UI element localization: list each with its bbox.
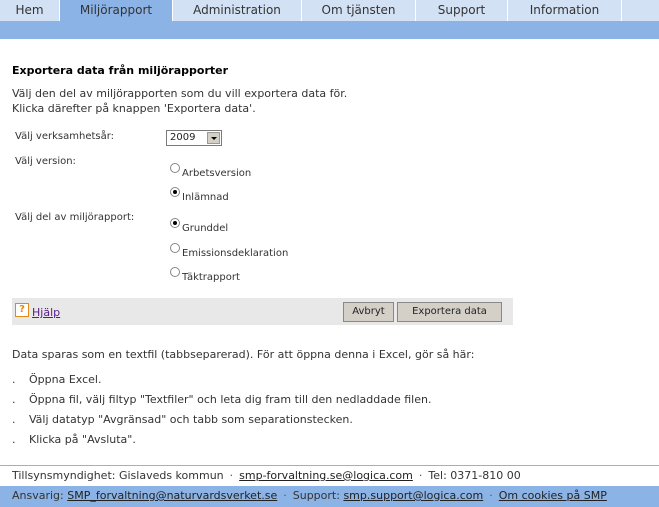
list-item: . Klicka på "Avsluta". xyxy=(12,433,431,453)
separator: · xyxy=(283,489,287,502)
intro-line-2: Klicka därefter på knappen 'Exportera da… xyxy=(12,102,256,115)
help-icon[interactable]: ? xyxy=(15,303,29,317)
radio-inlamnad[interactable]: Inlämnad xyxy=(170,187,229,203)
list-item: . Öppna fil, välj filtyp "Textfiler" och … xyxy=(12,393,431,413)
intro-line-1: Välj den del av miljörapporten som du vi… xyxy=(12,87,348,100)
footer-authority: Tillsynsmyndighet: Gislaveds kommun · smp-… xyxy=(0,465,659,486)
page-title: Exportera data från miljörapporter xyxy=(12,64,229,77)
support-email-link[interactable]: smp.support@logica.com xyxy=(343,489,483,502)
step-text: Klicka på "Avsluta". xyxy=(29,433,136,446)
step-text: Välj datatyp "Avgränsad" och tabb som se… xyxy=(29,413,353,426)
help-link[interactable]: Hjälp xyxy=(32,306,60,319)
bullet: . xyxy=(12,433,16,446)
footer-contacts: Ansvarig: SMP_forvaltning@naturvardsverk… xyxy=(0,486,659,507)
info-text: Data sparas som en textfil (tabbseparera… xyxy=(12,348,475,361)
year-select-value: 2009 xyxy=(170,132,196,143)
separator: · xyxy=(229,469,234,482)
phone-text: Tel: 0371-810 00 xyxy=(428,469,521,482)
radio-button-unchecked[interactable] xyxy=(170,163,180,173)
radio-button-unchecked[interactable] xyxy=(170,243,180,253)
list-item: . Välj datatyp "Avgränsad" och tabb som s… xyxy=(12,413,431,433)
support-label: Support: xyxy=(292,489,340,502)
cancel-button[interactable]: Avbryt xyxy=(343,302,394,322)
authority-text: Tillsynsmyndighet: Gislaveds kommun xyxy=(12,469,224,482)
step-text: Öppna Excel. xyxy=(29,373,102,386)
radio-label: Grunddel xyxy=(182,223,229,234)
action-bar: ? Hjälp Avbryt Exportera data xyxy=(12,298,513,325)
version-label: Välj version: xyxy=(15,156,76,167)
responsible-email-link[interactable]: SMP_forvaltning@naturvardsverket.se xyxy=(67,489,277,502)
radio-label: Inlämnad xyxy=(182,192,229,203)
step-text: Öppna fil, välj filtyp "Textfiler" och l… xyxy=(29,393,432,406)
main-nav: Hem Miljörapport Administration Om tjäns… xyxy=(0,0,659,21)
nav-item-support[interactable]: Support xyxy=(416,0,508,21)
sub-nav-bar xyxy=(0,21,659,39)
separator: · xyxy=(418,469,423,482)
radio-taktrapport[interactable]: Täktrapport xyxy=(170,267,240,283)
cookies-link[interactable]: Om cookies på SMP xyxy=(499,489,607,502)
radio-button-checked[interactable] xyxy=(170,218,180,228)
list-item: . Öppna Excel. xyxy=(12,373,431,393)
bullet: . xyxy=(12,393,16,406)
intro-text: Välj den del av miljörapporten som du vi… xyxy=(12,86,347,116)
export-button[interactable]: Exportera data xyxy=(397,302,502,322)
nav-filler xyxy=(622,0,659,21)
nav-item-om-tjansten[interactable]: Om tjänsten xyxy=(302,0,416,21)
radio-emissionsdeklaration[interactable]: Emissionsdeklaration xyxy=(170,243,288,259)
radio-arbetsversion[interactable]: Arbetsversion xyxy=(170,163,251,179)
bullet: . xyxy=(12,373,16,386)
year-select[interactable]: 2009 xyxy=(166,130,222,146)
nav-item-hem[interactable]: Hem xyxy=(0,0,60,21)
year-label: Välj verksamhetsår: xyxy=(15,131,115,142)
responsible-label: Ansvarig: xyxy=(12,489,64,502)
separator: · xyxy=(489,489,493,502)
radio-grunddel[interactable]: Grunddel xyxy=(170,218,228,234)
radio-label: Arbetsversion xyxy=(182,168,252,179)
nav-item-administration[interactable]: Administration xyxy=(173,0,302,21)
radio-button-checked[interactable] xyxy=(170,187,180,197)
part-label: Välj del av miljörapport: xyxy=(15,212,135,223)
radio-button-unchecked[interactable] xyxy=(170,267,180,277)
authority-email-link[interactable]: smp-forvaltning.se@logica.com xyxy=(239,469,413,482)
radio-label: Emissionsdeklaration xyxy=(182,248,289,259)
radio-label: Täktrapport xyxy=(182,272,240,283)
bullet: . xyxy=(12,413,16,426)
chevron-down-icon[interactable] xyxy=(207,132,220,144)
nav-item-miljorapport[interactable]: Miljörapport xyxy=(60,0,173,21)
steps-list: . Öppna Excel. . Öppna fil, välj filtyp "T… xyxy=(12,373,431,453)
nav-item-information[interactable]: Information xyxy=(508,0,622,21)
